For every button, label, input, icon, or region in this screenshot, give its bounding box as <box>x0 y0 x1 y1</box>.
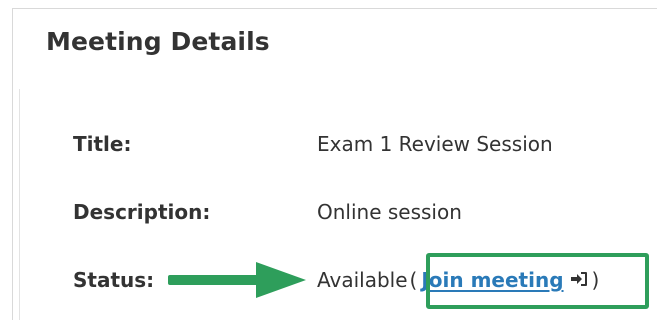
screenshot-stage: Meeting Details Title: Exam 1 Review Ses… <box>0 0 657 320</box>
title-label: Title: <box>73 132 132 156</box>
description-value: Online session <box>317 200 462 224</box>
join-meeting-link[interactable]: Join meeting <box>421 268 563 292</box>
status-value-line: Available ( Join meeting ) <box>317 268 599 292</box>
paren-close: ) <box>591 268 600 292</box>
title-value: Exam 1 Review Session <box>317 132 553 156</box>
status-value: Available <box>317 268 408 292</box>
description-label: Description: <box>73 200 211 224</box>
status-label: Status: <box>73 268 155 292</box>
sign-in-icon-svg <box>570 272 587 286</box>
page-title: Meeting Details <box>46 27 270 56</box>
sign-in-icon[interactable] <box>570 268 588 286</box>
arrow-right-icon <box>168 262 306 298</box>
panel-left-divider <box>13 89 20 320</box>
paren-open: ( <box>409 268 418 292</box>
